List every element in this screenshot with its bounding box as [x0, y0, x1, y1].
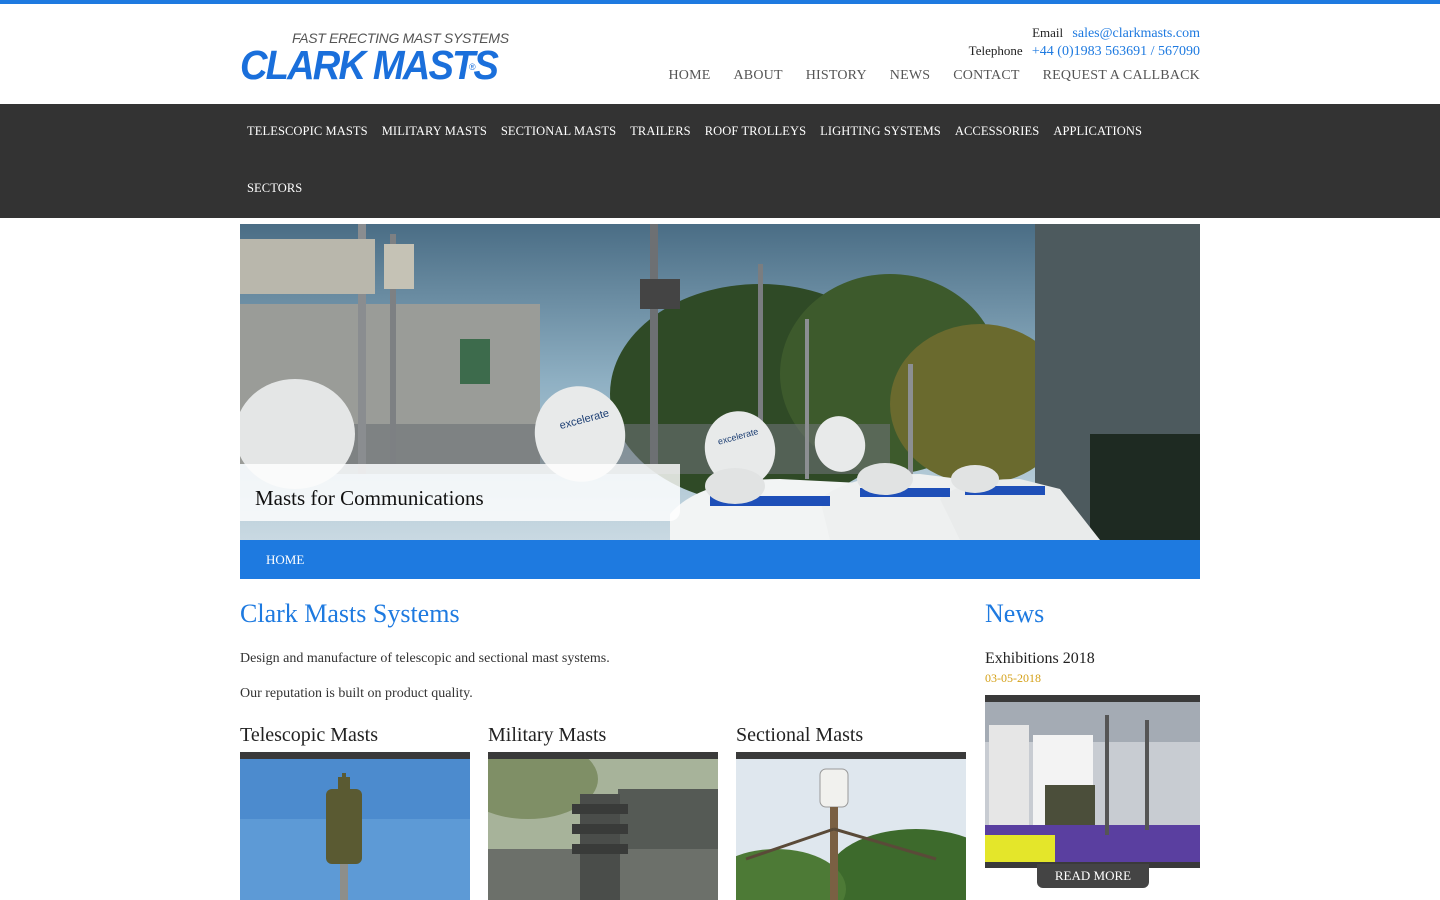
menu-sectors[interactable]: SECTORS — [240, 161, 309, 218]
sectional-mast-image[interactable] — [736, 759, 966, 900]
menu-trailers[interactable]: TRAILERS — [623, 104, 698, 161]
contact-info: Email sales@clarkmasts.com Telephone +44… — [969, 24, 1200, 60]
telescopic-mast-image[interactable] — [240, 759, 470, 900]
telephone-link[interactable]: +44 (0)1983 563691 / 567090 — [1032, 44, 1200, 59]
registered-mark: ® — [469, 62, 476, 72]
breadcrumb: HOME — [240, 540, 1200, 579]
nav-news[interactable]: NEWS — [890, 68, 930, 84]
top-navigation: HOME ABOUT HISTORY NEWS CONTACT REQUEST … — [645, 68, 1200, 84]
read-more-button[interactable]: READ MORE — [1037, 864, 1149, 888]
menu-applications[interactable]: APPLICATIONS — [1046, 104, 1149, 161]
site-header: FAST ERECTING MAST SYSTEMS CLARK MASTS ®… — [0, 4, 1440, 104]
hero-caption-panel: Masts for Communications — [240, 464, 680, 521]
product-navigation: TELESCOPIC MASTS MILITARY MASTS SECTIONA… — [0, 104, 1440, 218]
menu-lighting-systems[interactable]: LIGHTING SYSTEMS — [813, 104, 948, 161]
menu-telescopic-masts[interactable]: TELESCOPIC MASTS — [240, 104, 375, 161]
news-item-date: 03-05-2018 — [985, 671, 1041, 685]
menu-military-masts[interactable]: MILITARY MASTS — [375, 104, 494, 161]
nav-request-callback[interactable]: REQUEST A CALLBACK — [1043, 68, 1200, 84]
nav-home[interactable]: HOME — [668, 68, 710, 84]
nav-history[interactable]: HISTORY — [806, 68, 867, 84]
card-military-masts[interactable]: Military Masts — [488, 722, 718, 900]
hero-banner: excelerate excelerate Masts for Communic… — [240, 224, 1200, 540]
menu-sectional-masts[interactable]: SECTIONAL MASTS — [494, 104, 623, 161]
card-title[interactable]: Sectional Masts — [736, 724, 863, 747]
hero-caption-text: Masts for Communications — [255, 486, 484, 510]
menu-roof-trolleys[interactable]: ROOF TROLLEYS — [698, 104, 813, 161]
logo-brand: CLARK MASTS — [240, 42, 499, 88]
telephone-label: Telephone — [968, 43, 1023, 58]
intro-paragraph-1: Design and manufacture of telescopic and… — [240, 651, 610, 666]
card-divider — [240, 752, 470, 759]
nav-about[interactable]: ABOUT — [733, 68, 782, 84]
email-label: Email — [1032, 25, 1064, 40]
card-telescopic-masts[interactable]: Telescopic Masts — [240, 722, 470, 900]
card-divider — [488, 752, 718, 759]
news-item-image[interactable] — [985, 695, 1200, 868]
card-title[interactable]: Military Masts — [488, 724, 606, 747]
card-divider — [736, 752, 966, 759]
card-sectional-masts[interactable]: Sectional Masts — [736, 722, 966, 900]
military-mast-image[interactable] — [488, 759, 718, 900]
clark-masts-logo[interactable]: FAST ERECTING MAST SYSTEMS CLARK MASTS ® — [240, 30, 509, 92]
card-title[interactable]: Telescopic Masts — [240, 724, 378, 747]
news-item-title[interactable]: Exhibitions 2018 — [985, 650, 1095, 668]
breadcrumb-home[interactable]: HOME — [266, 552, 304, 568]
menu-accessories[interactable]: ACCESSORIES — [948, 104, 1046, 161]
news-heading: News — [985, 599, 1045, 628]
email-link[interactable]: sales@clarkmasts.com — [1072, 26, 1200, 41]
nav-contact[interactable]: CONTACT — [953, 68, 1019, 84]
page-title: Clark Masts Systems — [240, 599, 460, 628]
intro-paragraph-2: Our reputation is built on product quali… — [240, 686, 473, 701]
